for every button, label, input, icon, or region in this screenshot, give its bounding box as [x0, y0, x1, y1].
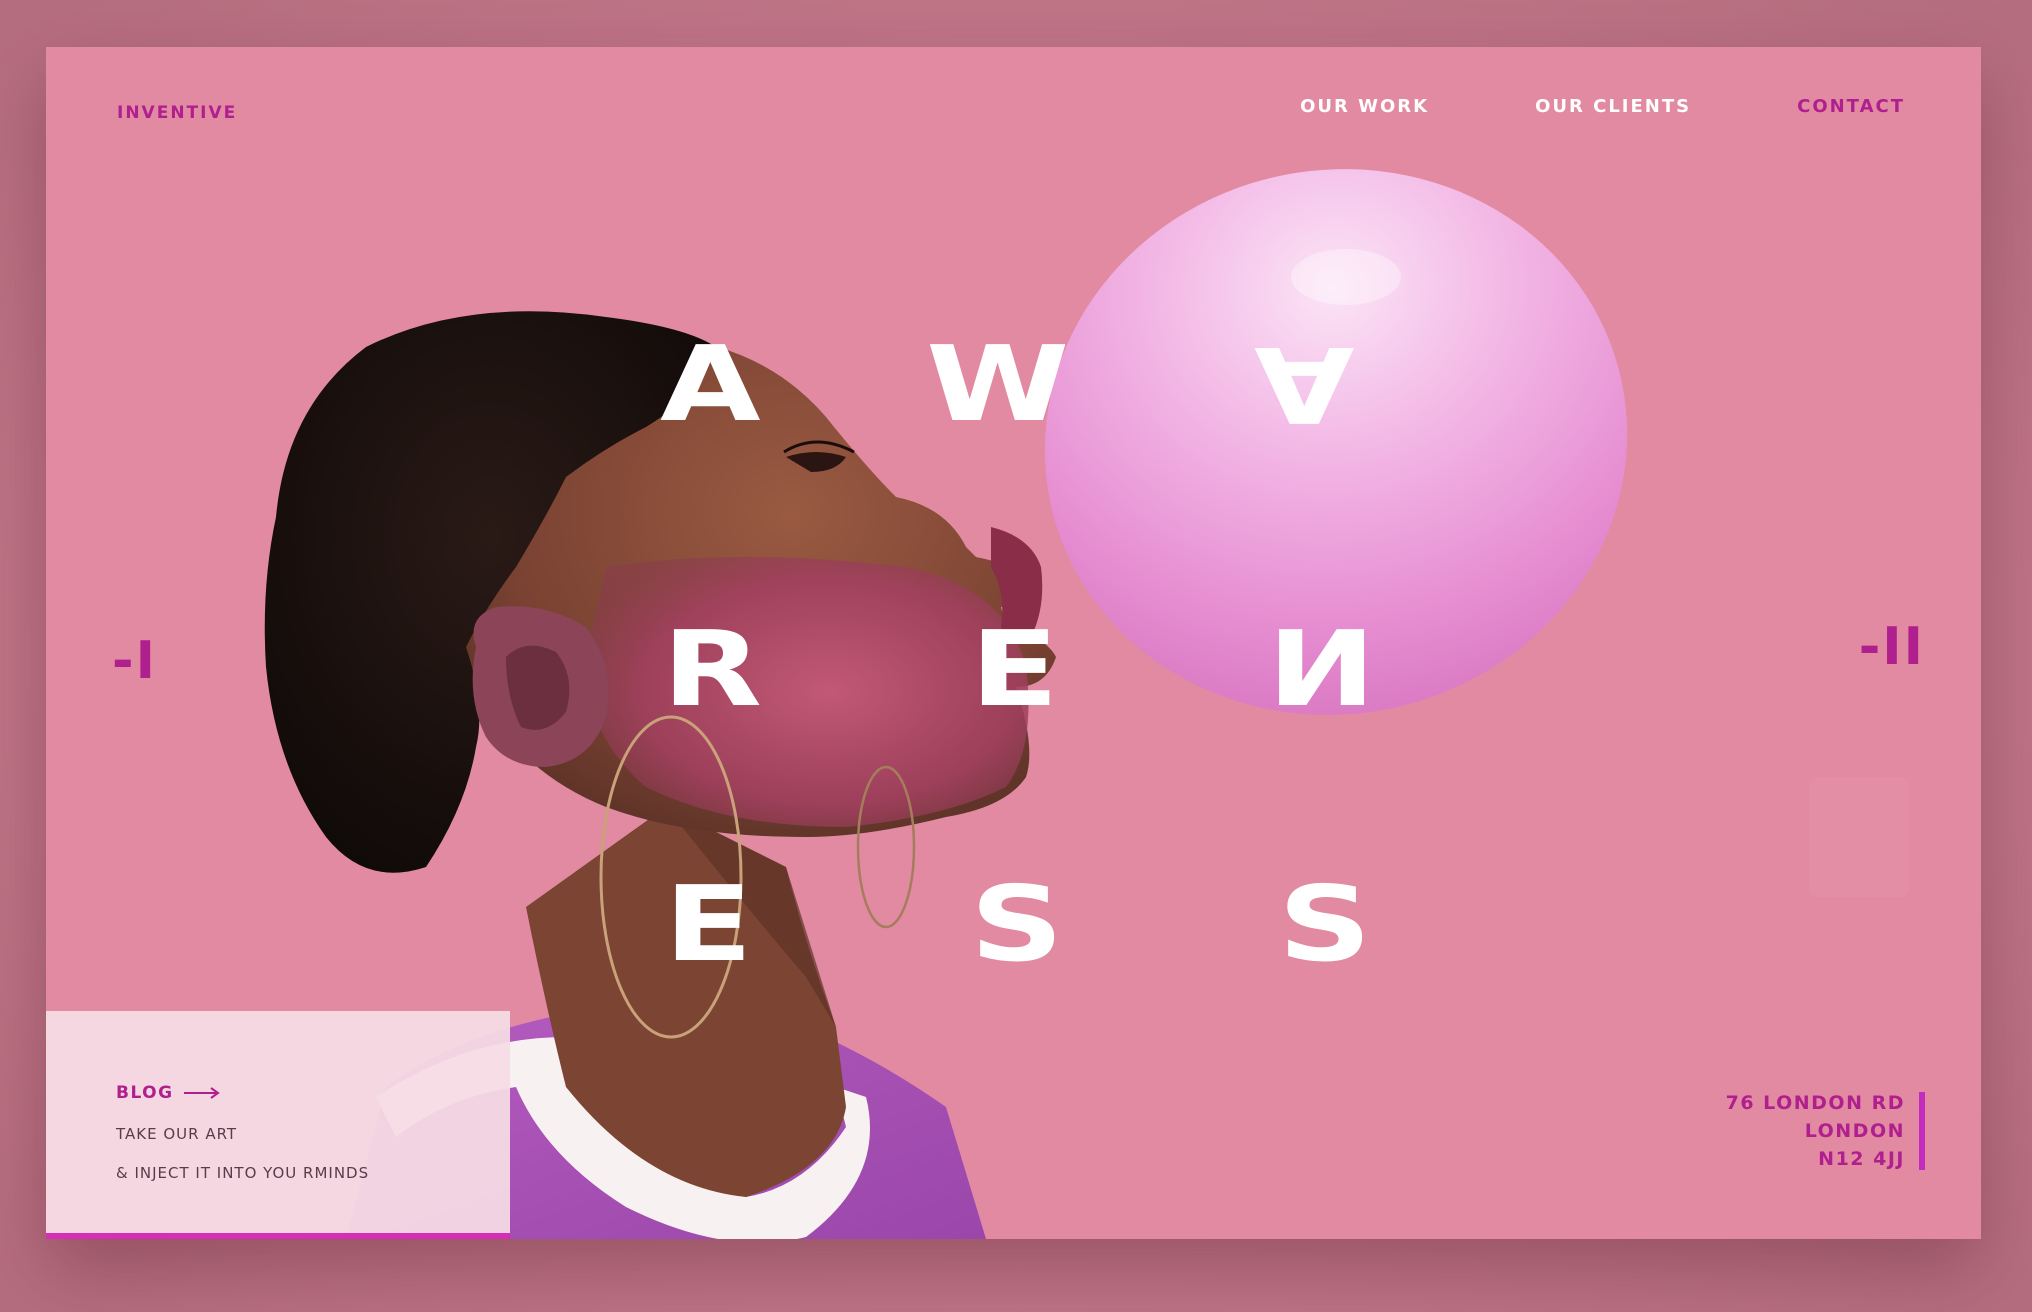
blog-link[interactable]: BLOG: [116, 1083, 220, 1103]
ghost-panel: [1809, 777, 1909, 897]
address-city: LONDON: [1804, 1120, 1905, 1142]
hero-letter: N: [1267, 608, 1376, 730]
nav-our-clients[interactable]: OUR CLIENTS: [1535, 96, 1691, 117]
address-postcode: N12 4JJ: [1818, 1148, 1905, 1170]
address-lines: 76 LONDON RD LONDON N12 4JJ: [1726, 1092, 1905, 1170]
hero-letter: S: [1278, 863, 1372, 985]
address-street: 76 LONDON RD: [1725, 1092, 1905, 1114]
earring-large: [599, 715, 743, 1039]
hero-letter: A: [660, 323, 761, 445]
earring-back: [856, 765, 916, 929]
ear-shape: [472, 606, 609, 767]
hero-letter: S: [970, 863, 1064, 985]
face-shape: [466, 337, 1056, 837]
gum-bubble: [1044, 169, 1628, 715]
landing-card: INVENTIVE OUR WORK OUR CLIENTS CONTACT A…: [46, 47, 1981, 1239]
main-nav: OUR WORK OUR CLIENTS CONTACT: [1300, 96, 1905, 117]
nav-contact[interactable]: CONTACT: [1797, 96, 1905, 117]
hero-letter: E: [664, 863, 753, 985]
page-background: INVENTIVE OUR WORK OUR CLIENTS CONTACT A…: [0, 0, 2032, 1312]
blog-tagline-1: TAKE OUR ART: [116, 1125, 238, 1143]
nav-our-work[interactable]: OUR WORK: [1300, 96, 1429, 117]
hero-letter: E: [970, 608, 1059, 730]
slide-indicator-next[interactable]: -II: [1859, 617, 1925, 677]
blog-panel: BLOG TAKE OUR ART & INJECT IT INTO YOU R…: [46, 1011, 510, 1239]
eye-shape: [786, 452, 846, 472]
hair-shape: [264, 311, 716, 873]
hero-letter: W: [926, 323, 1070, 445]
brand-logo[interactable]: INVENTIVE: [117, 103, 237, 123]
blog-label: BLOG: [116, 1083, 174, 1103]
arrow-right-icon: [183, 1087, 220, 1099]
hero-letter: A: [1253, 323, 1355, 445]
neck-shape: [526, 807, 846, 1197]
slide-indicator-prev[interactable]: -I: [112, 631, 157, 691]
blog-tagline-2: & INJECT IT INTO YOU RMINDS: [116, 1164, 370, 1182]
hero-letter: R: [662, 608, 763, 730]
address-block: 76 LONDON RD LONDON N12 4JJ: [1726, 1092, 1925, 1170]
cheek-blush: [586, 557, 1029, 827]
lips-shape: [991, 527, 1043, 641]
address-accent-bar: [1919, 1092, 1925, 1170]
